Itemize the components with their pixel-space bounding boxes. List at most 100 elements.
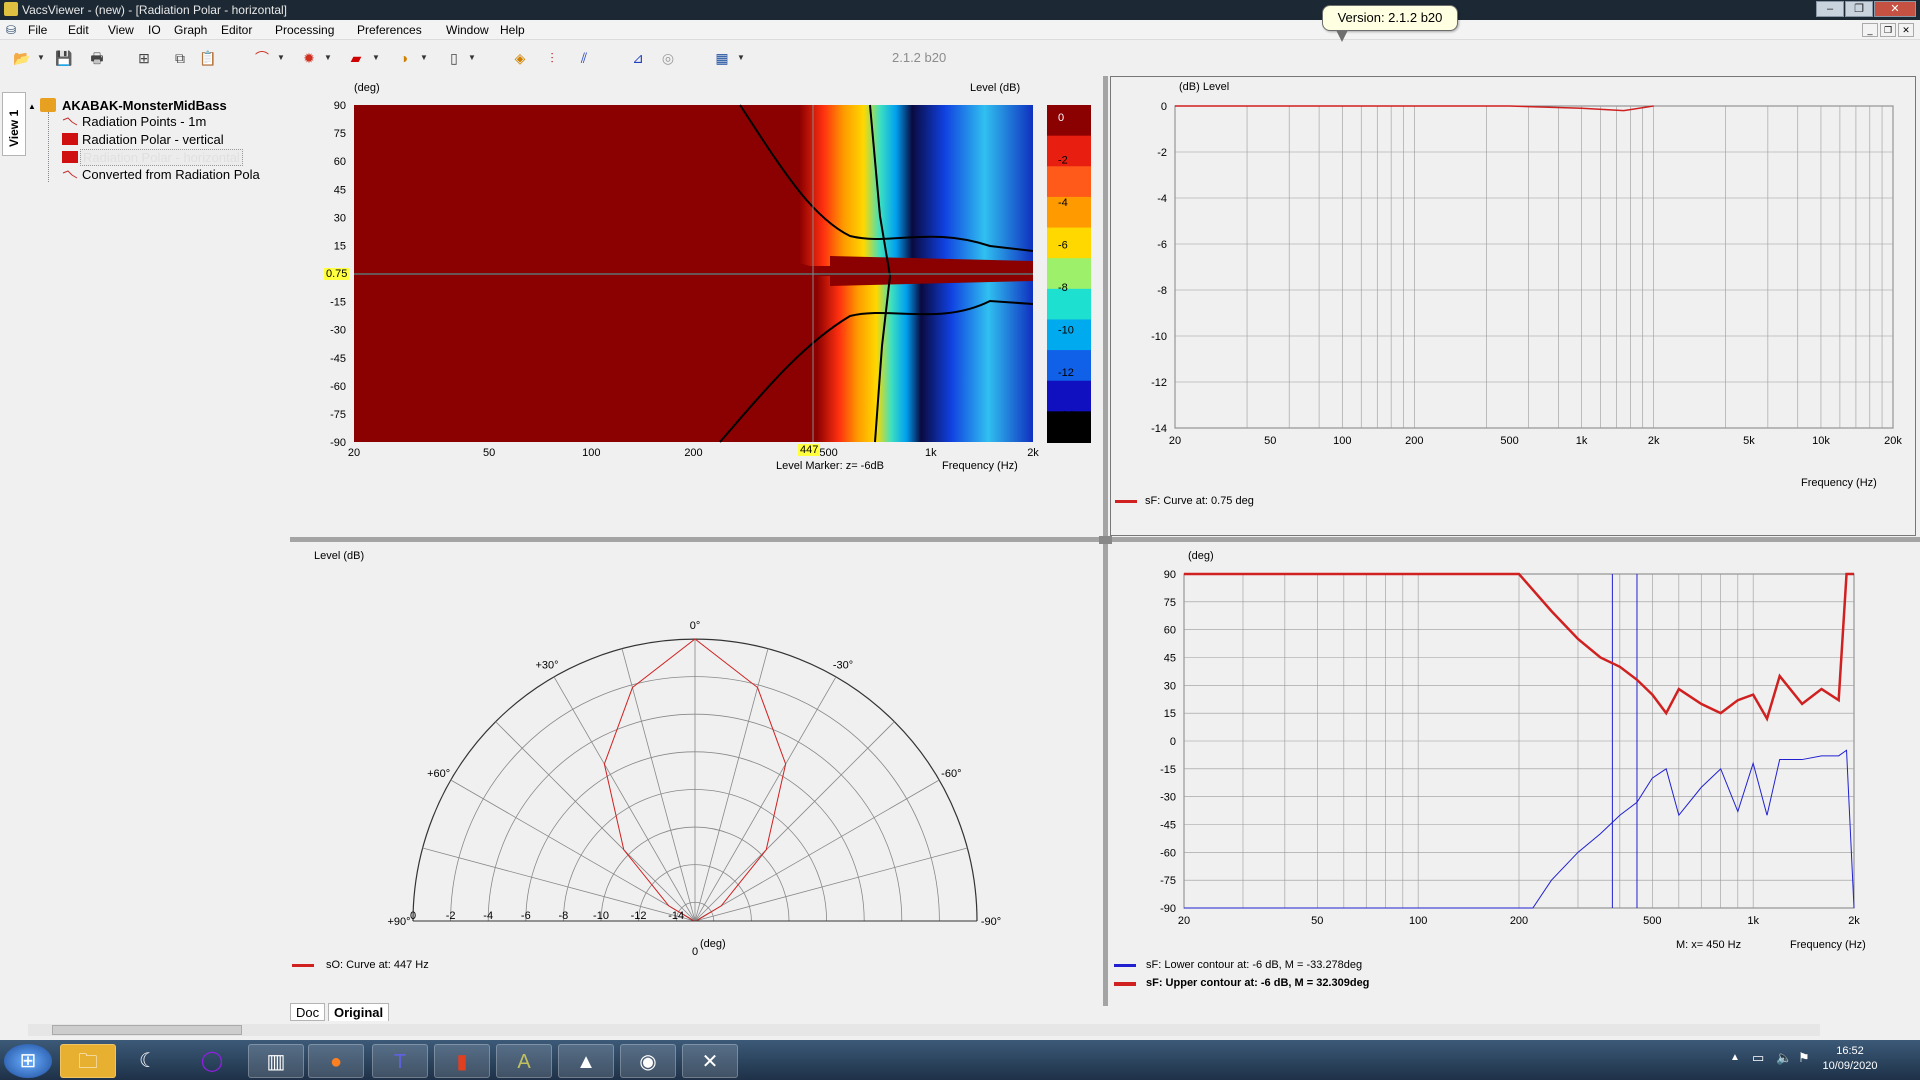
polar-chart[interactable]: 0° +30° -30° +60° -60° +90° -90° 0 -2 -4 -6 -8 -10 -1… bbox=[290, 544, 1100, 1002]
vacs-icon[interactable]: ▥ bbox=[248, 1044, 304, 1078]
save-icon[interactable]: 💾 bbox=[52, 47, 76, 69]
menu-file[interactable]: File bbox=[28, 23, 47, 37]
chevron-down-icon[interactable]: ▼ bbox=[277, 53, 285, 62]
colorbar-step bbox=[1047, 135, 1091, 168]
view-tab[interactable]: View 1 bbox=[2, 92, 26, 156]
colorbar-step bbox=[1047, 227, 1091, 260]
chart-c-icon[interactable]: ⫽ bbox=[572, 47, 596, 69]
x-app-icon[interactable]: ✕ bbox=[682, 1044, 738, 1078]
volume-icon[interactable]: 🔈 bbox=[1776, 1050, 1792, 1066]
flag-icon[interactable]: ⚑ bbox=[1798, 1050, 1810, 1066]
firefox-icon[interactable]: ● bbox=[308, 1044, 364, 1078]
level-chart-panel: (dB) Level 0 -2 -4 -6 -8 -10 -12 -14 20 50 100 200… bbox=[1110, 76, 1916, 536]
y-tick-label: 60 bbox=[334, 156, 346, 168]
clock[interactable]: 16:52 10/09/2020 bbox=[1810, 1044, 1890, 1074]
chevron-down-icon[interactable]: ▼ bbox=[737, 53, 745, 62]
menu-window[interactable]: Window bbox=[446, 23, 489, 37]
windows-start-icon[interactable]: ⊞ bbox=[4, 1044, 52, 1078]
network-icon[interactable]: ▭ bbox=[1752, 1050, 1764, 1066]
color-icon[interactable]: ▰ bbox=[344, 47, 368, 69]
heatmap-icon bbox=[62, 151, 78, 163]
chevron-down-icon[interactable]: ▼ bbox=[372, 53, 380, 62]
polar-icon[interactable]: ✹ bbox=[297, 47, 321, 69]
menu-graph[interactable]: Graph bbox=[174, 23, 207, 37]
page-icon[interactable]: ▯ bbox=[442, 47, 466, 69]
chevron-down-icon[interactable]: ▼ bbox=[37, 53, 45, 62]
menu-editor[interactable]: Editor bbox=[221, 23, 252, 37]
cortana-icon[interactable]: ◯ bbox=[184, 1044, 240, 1078]
tree-item-converted[interactable]: Converted from Radiation Pola bbox=[82, 167, 260, 182]
y-tick-label: -75 bbox=[330, 409, 346, 421]
vacs-ab-icon[interactable]: A bbox=[496, 1044, 552, 1078]
contour-chart[interactable]: 9075604530150-15-30-45-60-75-90 20 50 100 2… bbox=[1110, 544, 1916, 1002]
tree-icon[interactable]: ⊞ bbox=[132, 47, 156, 69]
table-icon[interactable]: ▦ bbox=[710, 47, 734, 69]
x-tick-label: 20 bbox=[1169, 435, 1181, 447]
scale-tick-label: -10 bbox=[1058, 325, 1074, 337]
x-tick-label: 100 bbox=[582, 447, 600, 459]
version-label: 2.1.2 b20 bbox=[892, 50, 947, 65]
camera-app-icon[interactable]: ◉ bbox=[620, 1044, 676, 1078]
chart-b-icon[interactable]: ⫶ bbox=[540, 47, 564, 69]
marker-readout: M: x= 450 Hz bbox=[1676, 939, 1742, 951]
level-chart[interactable]: 0 -2 -4 -6 -8 -10 -12 -14 20 50 100 200 500 1k 2k 5k 10… bbox=[1111, 77, 1917, 537]
tree-item-polar-horizontal[interactable]: Radiation Polar - horizontal bbox=[80, 149, 243, 166]
tab-original[interactable]: Original bbox=[328, 1003, 390, 1021]
copy-icon[interactable]: ⧉ bbox=[168, 47, 192, 69]
tray-chevron-icon[interactable]: ▲ bbox=[1730, 1052, 1740, 1063]
window-title: VacsViewer - (new) - [Radiation Polar - … bbox=[22, 3, 287, 17]
y-tick-label: -45 bbox=[330, 353, 346, 365]
level-chart-grid bbox=[1174, 105, 1894, 429]
mdi-restore-button[interactable]: ❐ bbox=[1880, 23, 1896, 37]
palette-icon[interactable]: ◑ bbox=[392, 47, 416, 69]
expand-icon[interactable]: ▲ bbox=[28, 102, 36, 111]
menu-preferences[interactable]: Preferences bbox=[357, 23, 422, 37]
graph-icon[interactable]: ⌒ bbox=[250, 47, 274, 69]
triangle-app-icon[interactable]: ▲ bbox=[558, 1044, 614, 1078]
y-tick-label: 75 bbox=[334, 128, 346, 140]
menu-view[interactable]: View bbox=[108, 23, 134, 37]
ring-tick-label: -6 bbox=[521, 910, 531, 922]
archive-icon[interactable]: ▮ bbox=[434, 1044, 490, 1078]
contour-x-ticks: 20 50 100 200 500 1k 2k bbox=[348, 447, 1039, 459]
menu-io[interactable]: IO bbox=[148, 23, 161, 37]
explorer-icon[interactable]: 🗀 bbox=[60, 1044, 116, 1078]
legend-swatch-lower bbox=[1114, 964, 1136, 967]
scrollbar-thumb[interactable] bbox=[52, 1025, 242, 1035]
print-icon[interactable]: 🖶 bbox=[85, 47, 109, 69]
horizontal-scrollbar[interactable] bbox=[28, 1024, 1820, 1036]
chevron-down-icon[interactable]: ▼ bbox=[420, 53, 428, 62]
paste-icon[interactable]: 📋 bbox=[196, 47, 220, 69]
x-tick-label: 10k bbox=[1812, 435, 1830, 447]
polar-spoke bbox=[694, 779, 940, 922]
x-tick-label: 2k bbox=[1848, 915, 1860, 927]
menu-processing[interactable]: Processing bbox=[275, 23, 334, 37]
y-tick-label: -60 bbox=[1160, 847, 1176, 859]
level-chart-y-ticks: 0 -2 -4 -6 -8 -10 -12 -14 bbox=[1151, 101, 1167, 435]
teams-icon[interactable]: T bbox=[372, 1044, 428, 1078]
menu-edit[interactable]: Edit bbox=[68, 23, 89, 37]
colorbar-step bbox=[1047, 258, 1091, 290]
mdi-minimize-button[interactable]: _ bbox=[1862, 23, 1878, 37]
app-fox-icon[interactable]: ☾ bbox=[120, 1044, 176, 1078]
menu-help[interactable]: Help bbox=[500, 23, 525, 37]
tree-item-polar-vertical[interactable]: Radiation Polar - vertical bbox=[82, 132, 224, 147]
open-icon[interactable]: 📂 bbox=[10, 47, 34, 69]
splitter-handle[interactable] bbox=[1099, 536, 1112, 544]
mdi-close-button[interactable]: ✕ bbox=[1898, 23, 1914, 37]
ring-tick-label: -14 bbox=[668, 910, 684, 922]
chart-a-icon[interactable]: ◈ bbox=[508, 47, 532, 69]
close-button[interactable]: ✕ bbox=[1874, 1, 1916, 17]
scale-tick-label: -14 bbox=[1058, 410, 1074, 422]
maximize-button[interactable]: ❐ bbox=[1845, 1, 1873, 17]
tree-root[interactable]: AKABAK-MonsterMidBass bbox=[62, 98, 227, 113]
tab-doc[interactable]: Doc bbox=[290, 1003, 326, 1021]
minimize-button[interactable]: – bbox=[1816, 1, 1844, 17]
chart-d-icon[interactable]: ⊿ bbox=[626, 47, 650, 69]
chevron-down-icon[interactable]: ▼ bbox=[468, 53, 476, 62]
chevron-down-icon[interactable]: ▼ bbox=[324, 53, 332, 62]
colorbar-step bbox=[1047, 380, 1091, 413]
chart-e-icon[interactable]: ◎ bbox=[656, 47, 680, 69]
x-tick-label: 500 bbox=[1500, 435, 1518, 447]
tree-item-radiation-points[interactable]: Radiation Points - 1m bbox=[82, 114, 206, 129]
